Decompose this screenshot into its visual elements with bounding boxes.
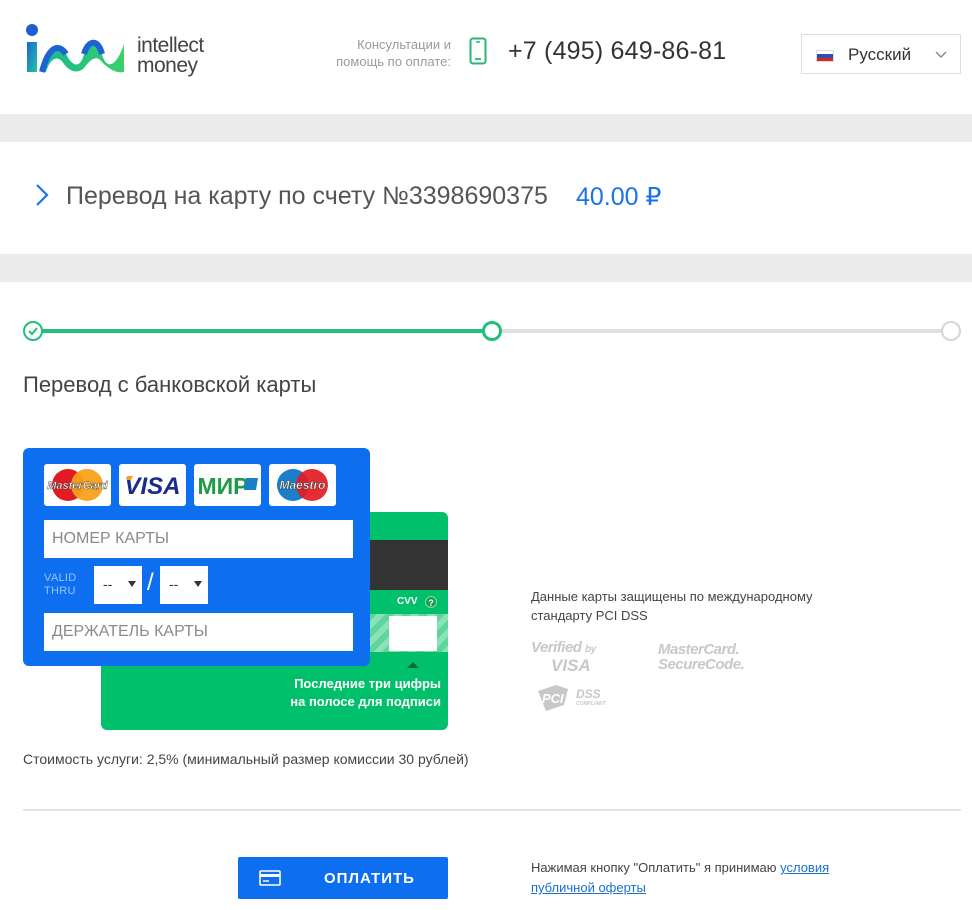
cvv-label: CVV (397, 596, 418, 607)
valid-thru-line2: THRU (44, 585, 76, 597)
expiry-month-select[interactable]: -- (94, 566, 142, 604)
mir-logo: МИР (194, 464, 261, 506)
verified-visa-text: VISA (551, 656, 591, 675)
phone-icon (469, 37, 487, 65)
cvv-hint-line2: на полосе для подписи (290, 694, 441, 709)
logo-text: intellect money (137, 34, 204, 77)
mastercard-icon: MasterCard (47, 469, 108, 501)
visa-text: VISA (124, 473, 180, 500)
check-icon (28, 327, 38, 336)
chevron-down-icon (935, 51, 947, 58)
compliant-text: COMPLIANT (576, 701, 606, 707)
invoice-title: Перевод на карту по счету №3398690375 (66, 182, 548, 210)
section-title: Перевод с банковской карты (23, 372, 317, 397)
public-offer-link-line2[interactable]: публичной оферты (531, 880, 646, 895)
card-front: MasterCard VISA МИР Maestro VALID THRU -… (23, 448, 370, 666)
expiry-month-value: -- (103, 576, 113, 592)
chevron-right-icon[interactable] (34, 182, 50, 208)
logo-mark-icon (26, 24, 124, 73)
valid-thru-line1: VALID (44, 572, 77, 584)
dss-text: DSS (576, 687, 601, 701)
intellect-money-logo[interactable]: intellect money (24, 24, 234, 80)
cvv-pointer-icon (407, 662, 419, 668)
pci-dss-logo: PCI DSS COMPLIANT (536, 683, 616, 715)
valid-thru-label: VALID THRU (44, 572, 76, 598)
visa-logo: VISA (119, 464, 186, 506)
gray-band-top (0, 114, 972, 142)
cvv-hint: Последние три цифры на полосе для подпис… (281, 675, 441, 711)
progress-line-completed (33, 329, 492, 333)
gray-band-bottom (0, 254, 972, 282)
verified-text: Verified (531, 639, 582, 656)
russia-flag-icon (816, 50, 834, 62)
public-offer-link[interactable]: условия (780, 860, 829, 875)
caret-down-icon (194, 581, 202, 587)
logo-text-line1: intellect (137, 34, 204, 57)
language-label: Русский (848, 45, 912, 64)
cvv-hint-line1: Последние три цифры (294, 676, 441, 691)
progress-line-pending (492, 329, 951, 333)
cvv-help-icon[interactable]: ? (425, 596, 437, 608)
maestro-logo: Maestro (269, 464, 336, 506)
securecode-line2: SecureCode. (658, 656, 745, 673)
expiry-year-select[interactable]: -- (160, 566, 208, 604)
credit-card-icon (259, 870, 281, 886)
securecode-line1: MasterCard. (658, 641, 740, 658)
pay-button-label: ОПЛАТИТЬ (324, 870, 415, 887)
logo-text-line2: money (137, 54, 198, 77)
mastercard-securecode-logo: MasterCard. SecureCode. (658, 641, 745, 673)
mastercard-text: MasterCard (47, 480, 108, 492)
service-fee-note: Стоимость услуги: 2,5% (минимальный разм… (23, 751, 469, 767)
terms-prefix: Нажимая кнопку "Оплатить" я принимаю (531, 860, 781, 875)
caret-down-icon (128, 581, 136, 587)
progress-step-3-pending (941, 321, 961, 341)
visa-icon: VISA (124, 473, 180, 500)
mir-text: МИР (197, 473, 248, 499)
date-separator: / (147, 569, 154, 596)
progress-step-1-done (23, 321, 43, 341)
pay-button[interactable]: ОПЛАТИТЬ (238, 857, 448, 899)
terms-note: Нажимая кнопку "Оплатить" я принимаю усл… (531, 858, 851, 898)
divider (23, 809, 961, 811)
verified-by-text: by (585, 644, 596, 655)
magnetic-strip (369, 540, 448, 590)
cvv-input[interactable] (389, 616, 437, 651)
maestro-icon: Maestro (277, 469, 328, 501)
maestro-text: Maestro (279, 478, 325, 492)
header: intellect money Консультации и помощь по… (0, 0, 972, 114)
progress-step-2-current (482, 321, 502, 341)
security-note: Данные карты защищены по международному … (531, 589, 813, 623)
verified-by-visa-logo: Verified by VISA (531, 640, 596, 674)
invoice-amount: 40.00 ₽ (576, 183, 662, 211)
support-phone-number[interactable]: +7 (495) 649-86-81 (508, 37, 726, 66)
consultation-label: Консультации и помощь по оплате: (320, 36, 451, 70)
consult-line1: Консультации и (357, 37, 451, 52)
card-number-input[interactable] (44, 520, 353, 558)
expiry-year-value: -- (169, 576, 179, 592)
card-holder-input[interactable] (44, 613, 353, 651)
mir-icon: МИР (197, 473, 258, 499)
language-select[interactable]: Русский (801, 34, 961, 74)
pci-text: PCI (542, 691, 564, 706)
consult-line2: помощь по оплате: (336, 54, 451, 69)
mastercard-logo: MasterCard (44, 464, 111, 506)
